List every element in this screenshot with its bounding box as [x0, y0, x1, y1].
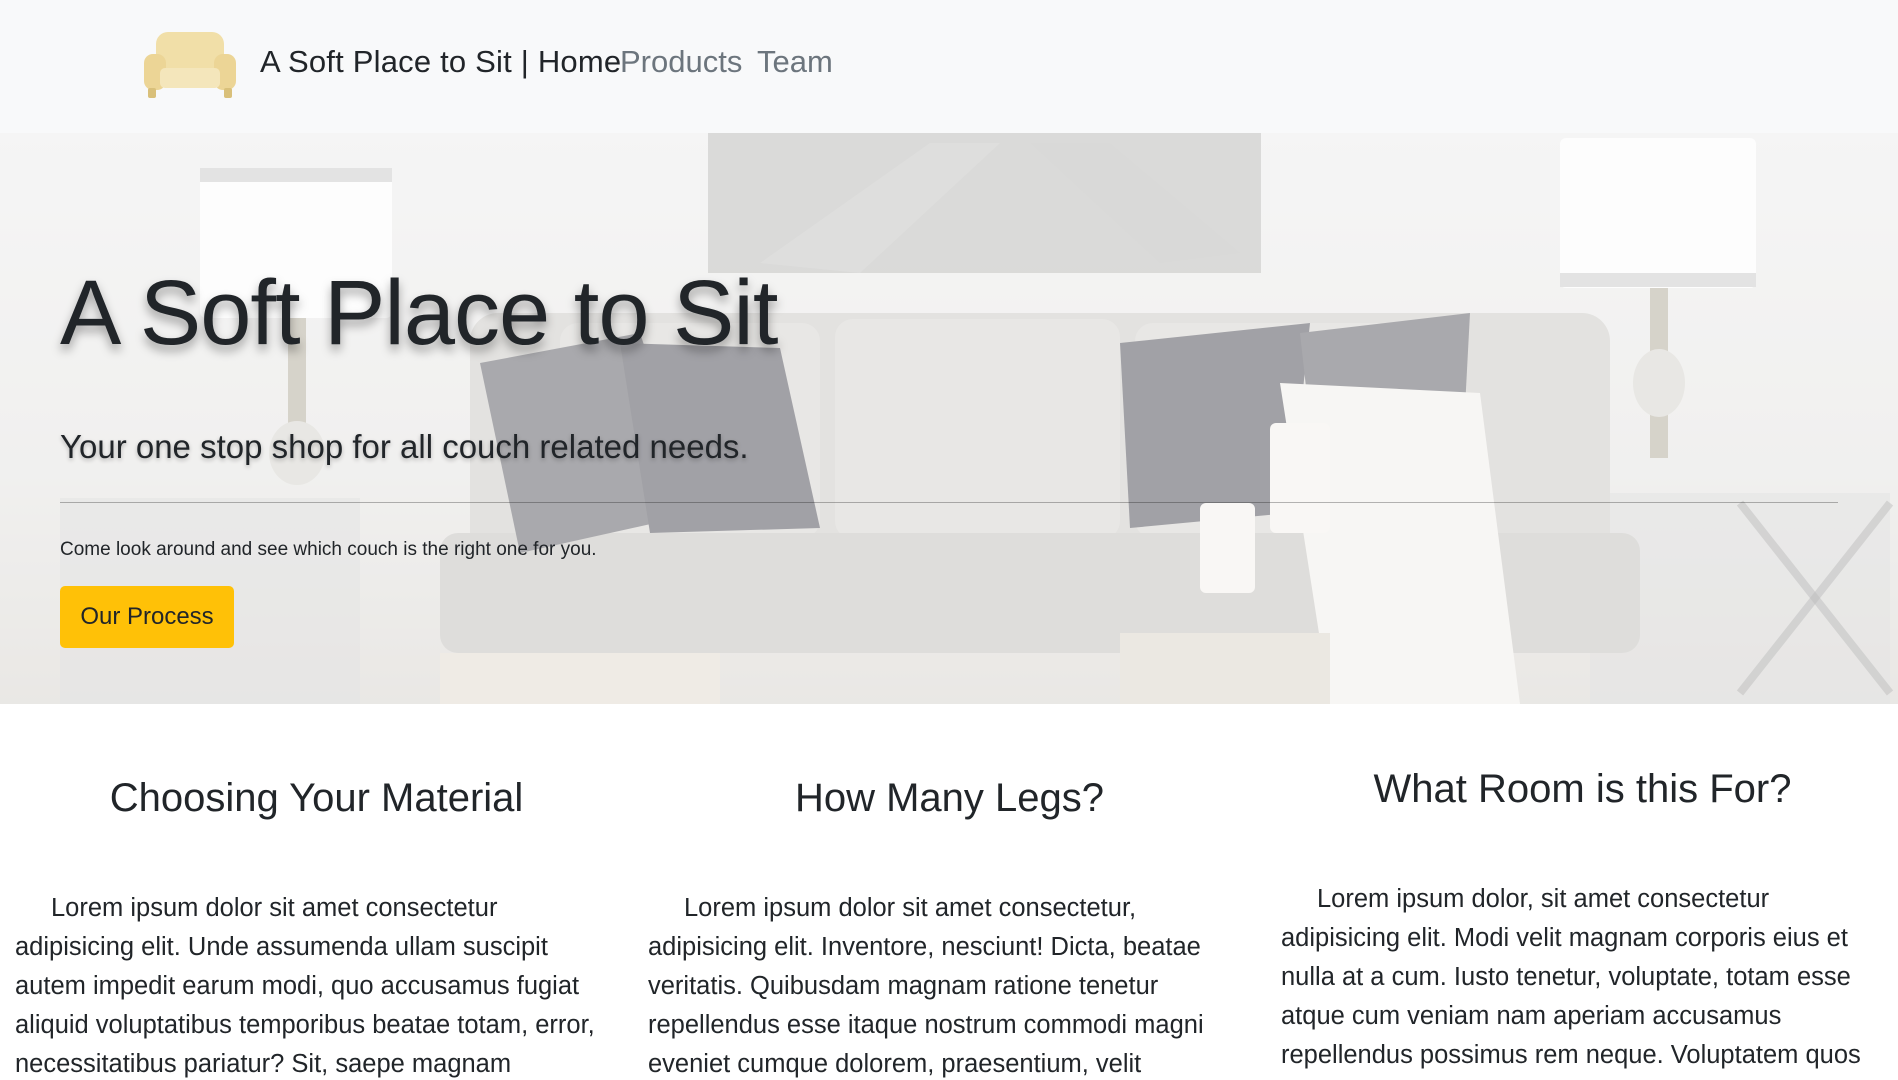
sofa-icon[interactable] — [142, 28, 238, 102]
navbar: A Soft Place to Sit | Home Products Team — [0, 0, 1898, 133]
feature-heading: What Room is this For? — [1373, 767, 1792, 811]
nav-link-products[interactable]: Products — [620, 44, 742, 80]
hero-text: Come look around and see which couch is … — [60, 539, 597, 560]
feature-body: Lorem ipsum dolor sit amet consectetur, … — [648, 894, 1204, 1078]
hero-overlay — [0, 133, 1898, 704]
feature-heading: How Many Legs? — [794, 776, 1105, 820]
hero-lead: Your one stop shop for all couch related… — [60, 428, 749, 465]
nav-brand-home[interactable]: A Soft Place to Sit | Home — [260, 44, 621, 80]
feature-body: Lorem ipsum dolor sit amet consectetur a… — [15, 894, 595, 1078]
hero-section: A Soft Place to Sit Your one stop shop f… — [0, 133, 1898, 704]
feature-body: Lorem ipsum dolor, sit amet consectetur … — [1281, 885, 1861, 1069]
feature-heading: Choosing Your Material — [109, 776, 524, 820]
our-process-button[interactable]: Our Process — [60, 586, 234, 648]
hero-divider — [60, 502, 1838, 503]
hero-title: A Soft Place to Sit — [60, 262, 778, 364]
nav-link-team[interactable]: Team — [757, 44, 833, 80]
